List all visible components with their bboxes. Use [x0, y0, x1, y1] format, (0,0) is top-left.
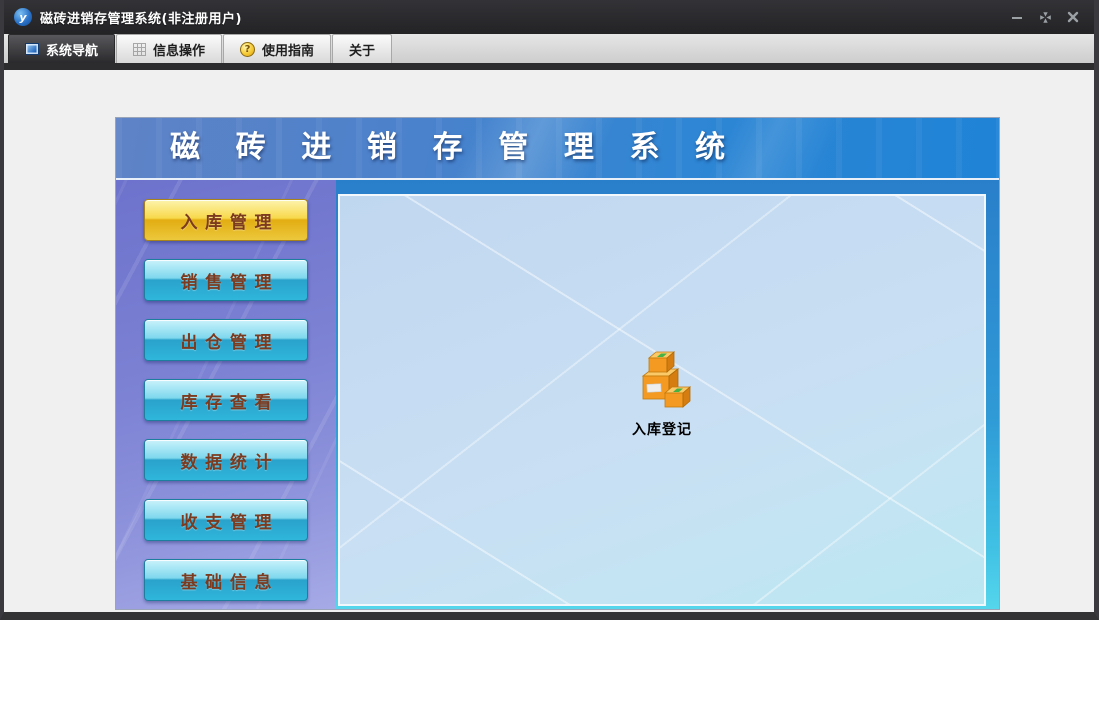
boxes-icon — [641, 351, 692, 408]
grid-icon — [133, 42, 147, 56]
restore-icon — [1039, 11, 1051, 23]
sidebar-nav: 入库管理 销售管理 出仓管理 库存查看 数据统计 收支管理 基础信息 — [116, 180, 336, 609]
minimize-button[interactable] — [1010, 10, 1024, 24]
app-window: y 磁砖进销存管理系统(非注册用户) 系统导航 信息操作 ? 使用指南 关于 磁… — [0, 0, 1099, 620]
tab-label: 系统导航 — [46, 43, 99, 59]
ribbon-bottom-strip — [4, 63, 1094, 70]
tab-user-guide[interactable]: ? 使用指南 — [223, 34, 332, 63]
sidebar-item-basic-info[interactable]: 基础信息 — [144, 559, 308, 601]
client-area: 磁 砖 进 销 存 管 理 系 统 入库管理 销售管理 出仓管理 库存查看 数据… — [4, 70, 1094, 612]
panel-title: 磁 砖 进 销 存 管 理 系 统 — [170, 130, 738, 165]
content-panel: 入库登记 — [338, 194, 986, 606]
ribbon-tabbar: 系统导航 信息操作 ? 使用指南 关于 — [4, 34, 1094, 63]
sidebar-item-sales-management[interactable]: 销售管理 — [144, 259, 308, 301]
help-coin-icon: ? — [240, 41, 256, 57]
tab-system-navigation[interactable]: 系统导航 — [8, 34, 116, 63]
panel-body: 入库管理 销售管理 出仓管理 库存查看 数据统计 收支管理 基础信息 入库登记 — [116, 180, 999, 609]
close-icon — [1067, 11, 1079, 23]
app-logo-icon: y — [14, 8, 32, 26]
close-button[interactable] — [1066, 10, 1080, 24]
sidebar-item-inbound-management[interactable]: 入库管理 — [144, 199, 308, 241]
monitor-icon — [25, 43, 39, 55]
content-region: 入库登记 — [336, 180, 999, 609]
minimize-icon — [1012, 17, 1022, 19]
tab-info-operations[interactable]: 信息操作 — [116, 34, 223, 63]
window-controls — [1010, 10, 1084, 24]
main-panel: 磁 砖 进 销 存 管 理 系 统 入库管理 销售管理 出仓管理 库存查看 数据… — [115, 117, 1000, 610]
sidebar-item-income-expense[interactable]: 收支管理 — [144, 499, 308, 541]
shortcut-label: 入库登记 — [632, 422, 692, 438]
shortcut-inbound-registration[interactable]: 入库登记 — [607, 346, 717, 439]
restore-button[interactable] — [1038, 10, 1052, 24]
sidebar-item-outbound-management[interactable]: 出仓管理 — [144, 319, 308, 361]
panel-header: 磁 砖 进 销 存 管 理 系 统 — [116, 118, 999, 180]
tab-label: 使用指南 — [262, 43, 315, 59]
sidebar-item-data-statistics[interactable]: 数据统计 — [144, 439, 308, 481]
titlebar: y 磁砖进销存管理系统(非注册用户) — [4, 0, 1094, 34]
tab-label: 关于 — [349, 43, 376, 59]
tab-about[interactable]: 关于 — [332, 34, 393, 63]
window-title: 磁砖进销存管理系统(非注册用户) — [40, 11, 242, 27]
sidebar-item-inventory-view[interactable]: 库存查看 — [144, 379, 308, 421]
tab-label: 信息操作 — [153, 43, 206, 59]
